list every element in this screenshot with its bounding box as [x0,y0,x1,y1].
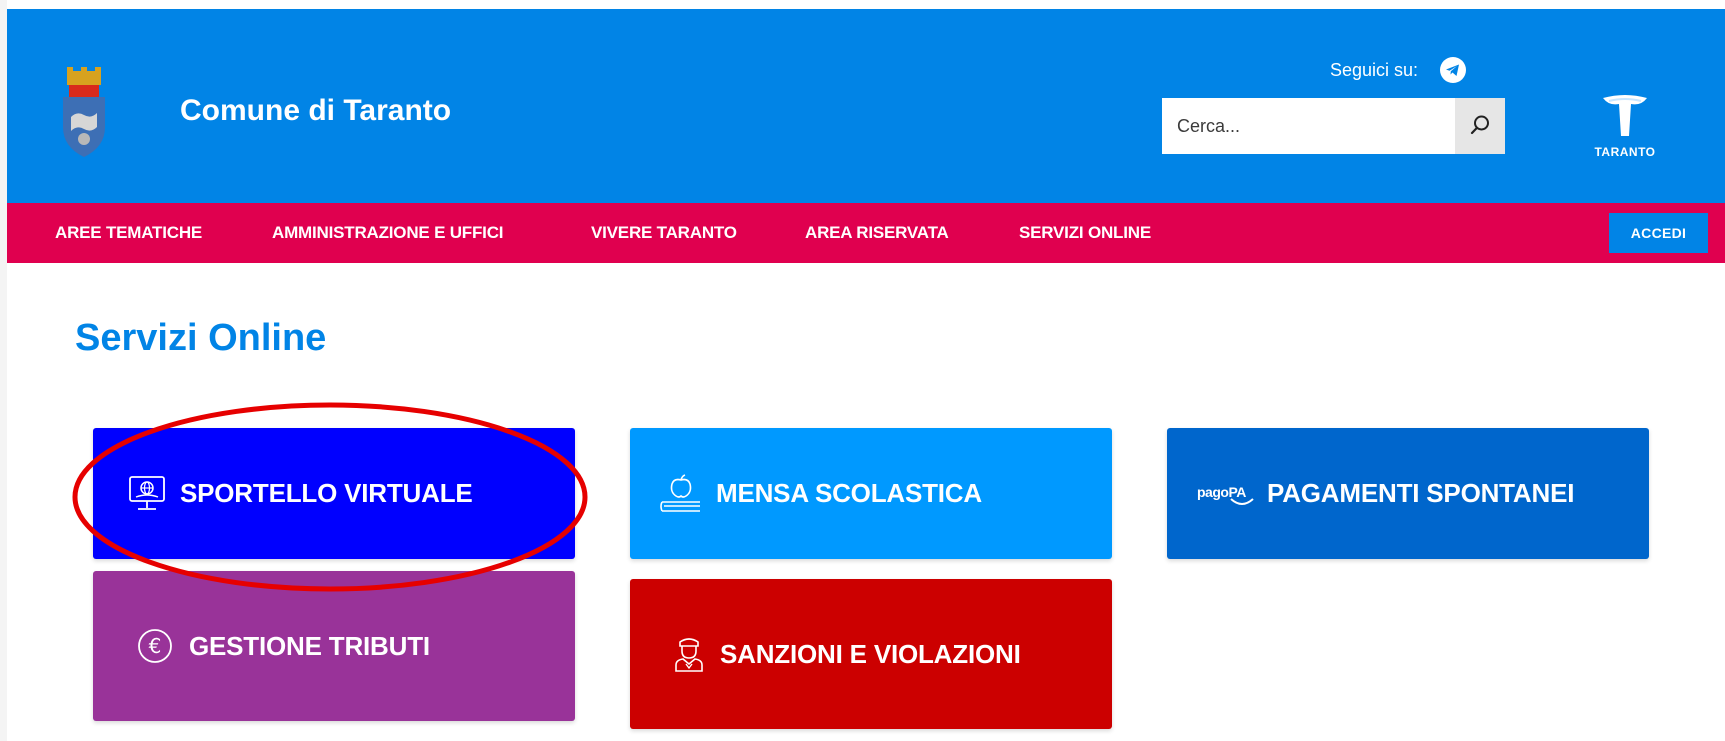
login-button[interactable]: ACCEDI [1609,213,1708,253]
page-title: Servizi Online [75,317,327,359]
tile-sanzioni-violazioni[interactable]: SANZIONI E VIOLAZIONI [630,579,1112,729]
euro-icon: € [137,628,173,664]
follow-label: Seguici su: [1330,59,1419,80]
monitor-globe-icon [128,475,166,513]
tile-pagamenti-spontanei[interactable]: pagoPA PAGAMENTI SPONTANEI [1167,428,1649,559]
browser-left-edge [0,0,7,741]
social-follow: Seguici su: [1330,57,1467,83]
pagopa-logo-text: pagoPA [1197,484,1246,500]
site-title[interactable]: Comune di Taranto [180,94,451,128]
tile-sportello-virtuale[interactable]: SPORTELLO VIRTUALE [93,428,575,559]
browser-top-edge [0,0,1725,9]
site-header: Comune di Taranto Seguici su: TARANTO [7,9,1725,203]
main-navigation: AREE TEMATICHE AMMINISTRAZIONE E UFFICI … [7,203,1725,263]
search-input[interactable] [1162,98,1456,154]
search-icon [1469,114,1491,139]
tile-label: SANZIONI E VIOLAZIONI [720,638,1021,669]
brand-text: TARANTO [1594,145,1656,159]
city-coat-of-arms-logo[interactable] [57,67,111,163]
nav-item-servizi-online[interactable]: SERVIZI ONLINE [1019,223,1151,243]
taranto-brand-logo[interactable]: TARANTO [1590,92,1660,164]
apple-books-icon [660,473,702,514]
nav-item-aree-tematiche[interactable]: AREE TEMATICHE [55,223,202,243]
nav-item-area-riservata[interactable]: AREA RISERVATA [805,223,949,243]
pagopa-icon: pagoPA [1197,479,1257,509]
tile-mensa-scolastica[interactable]: MENSA SCOLASTICA [630,428,1112,559]
tile-label: MENSA SCOLASTICA [716,478,982,508]
police-officer-icon [674,636,704,672]
search-bar [1162,98,1505,154]
tile-label: SPORTELLO VIRTUALE [180,478,473,508]
telegram-icon[interactable] [1440,57,1467,83]
nav-item-vivere-taranto[interactable]: VIVERE TARANTO [591,223,737,243]
search-button[interactable] [1455,98,1505,154]
tile-label: GESTIONE TRIBUTI [189,630,430,661]
euro-symbol: € [149,634,162,658]
tile-gestione-tributi[interactable]: € GESTIONE TRIBUTI [93,571,575,721]
taranto-t-icon [1603,95,1647,136]
nav-item-amministrazione[interactable]: AMMINISTRAZIONE E UFFICI [272,223,504,243]
tile-label: PAGAMENTI SPONTANEI [1267,478,1575,508]
